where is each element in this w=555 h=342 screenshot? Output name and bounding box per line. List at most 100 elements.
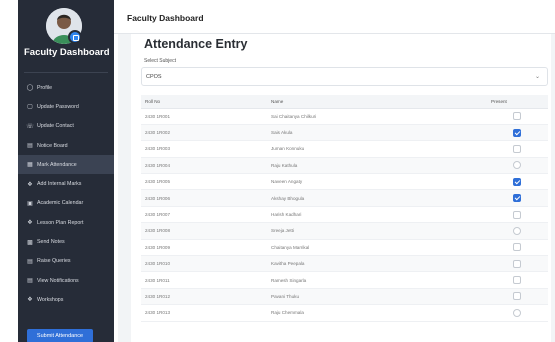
sidebar-item-academic-calendar[interactable]: ▣ Academic Calendar — [18, 194, 114, 213]
present-cell — [491, 255, 548, 273]
present-checkbox[interactable] — [512, 128, 521, 137]
sidebar-item-label: Academic Calendar — [37, 200, 84, 207]
roll-no-cell: 2430 1R007 — [141, 206, 271, 224]
present-cell — [491, 206, 548, 224]
sidebar-item-label: Notice Board — [37, 142, 68, 149]
sidebar-item-label: Lesson Plan Report — [37, 219, 84, 226]
attendance-card: Attendance Entry Select Subject CPOS ⌄ R… — [131, 34, 551, 342]
sidebar-item-lesson-plan-report[interactable]: ❖ Lesson Plan Report — [18, 213, 114, 232]
sidebar-item-notice-board[interactable]: ▤ Notice Board — [18, 136, 114, 155]
present-cell — [491, 222, 548, 240]
student-name-cell: Harish Kadhari — [271, 206, 491, 224]
student-name-cell: Sai Chaitanya Chilkuri — [271, 108, 491, 125]
student-name-cell: Pavani Thuku — [271, 288, 491, 306]
sidebar-title: Faculty Dashboard — [24, 47, 110, 58]
present-checkbox[interactable] — [512, 161, 521, 170]
present-checkbox[interactable] — [512, 144, 521, 153]
chevron-down-icon: ⌄ — [534, 74, 540, 80]
camera-icon[interactable] — [68, 30, 82, 44]
sidebar-item-label: Update Password — [37, 103, 79, 110]
present-checkbox[interactable] — [512, 292, 521, 301]
sidebar-item-add-internal-marks[interactable]: ❖ Add Internal Marks — [18, 174, 114, 193]
sidebar-item-label: Workshops — [37, 296, 64, 303]
subject-select[interactable]: CPOS ⌄ — [141, 67, 548, 86]
sidebar-item-raise-queries[interactable]: ▤ Raise Queries — [18, 252, 114, 271]
sidebar-item-label: Update Contact — [37, 123, 74, 130]
user-circle-icon: ◯ — [26, 85, 34, 92]
roll-no-cell: 2430 1R005 — [141, 173, 271, 191]
student-name-cell: Naveen Angaty — [271, 173, 491, 191]
table-row: 2430 1R006 Akshay Bhogula — [141, 189, 548, 207]
student-name-cell: Kavitha Peepala — [271, 255, 491, 273]
present-checkbox[interactable] — [512, 276, 521, 285]
table-row: 2430 1R005 Naveen Angaty — [141, 173, 548, 191]
clipboard-icon: ▤ — [27, 143, 33, 150]
present-checkbox[interactable] — [512, 194, 521, 203]
sidebar-item-update-password[interactable]: ▢ Update Password — [18, 97, 114, 116]
present-cell — [491, 173, 548, 191]
app-title: Faculty Dashboard — [127, 13, 204, 23]
table-row: 2430 1R011 Ramesh Singarla — [141, 271, 548, 289]
table-row: 2430 1R002 Sais Akula — [141, 124, 548, 142]
present-checkbox[interactable] — [512, 112, 521, 121]
calendar-icon: ▣ — [27, 200, 33, 207]
present-checkbox[interactable] — [512, 308, 521, 317]
submit-attendance-button[interactable]: Submit Attendance — [27, 329, 93, 342]
present-checkbox[interactable] — [512, 243, 521, 252]
column-header-name: Name — [271, 95, 491, 109]
select-subject-label: Select Subject — [144, 58, 176, 64]
lock-icon: ▢ — [27, 104, 33, 111]
roll-no-cell: 2430 1R003 — [141, 140, 271, 158]
sidebar-menu: ◯ Profile ▢ Update Password ☏ Update Con… — [18, 78, 114, 310]
student-name-cell: Akshay Bhogula — [271, 189, 491, 207]
checklist-icon: ▦ — [27, 162, 33, 169]
table-row: 2430 1R007 Harish Kadhari — [141, 206, 548, 224]
present-checkbox[interactable] — [512, 210, 521, 219]
sidebar-item-update-contact[interactable]: ☏ Update Contact — [18, 117, 114, 136]
present-checkbox[interactable] — [512, 177, 521, 186]
student-name-cell: Raju Chemmala — [271, 304, 491, 322]
present-cell — [491, 304, 548, 322]
sidebar-item-profile[interactable]: ◯ Profile — [18, 78, 114, 97]
edit-icon: ❖ — [27, 181, 33, 188]
present-cell — [491, 189, 548, 207]
sidebar-item-view-notifications[interactable]: ▤ View Notifications — [18, 271, 114, 290]
roll-no-cell: 2430 1R002 — [141, 124, 271, 142]
roll-no-cell: 2430 1R011 — [141, 271, 271, 289]
student-name-cell: Sais Akula — [271, 124, 491, 142]
sidebar: Faculty Dashboard ◯ Profile ▢ Update Pas… — [18, 0, 114, 342]
report-icon: ❖ — [27, 220, 33, 227]
roll-no-cell: 2430 1R006 — [141, 189, 271, 207]
sidebar-item-send-notes[interactable]: ▩ Send Notes — [18, 232, 114, 251]
sidebar-item-label: Profile — [37, 84, 53, 91]
roll-no-cell: 2430 1R001 — [141, 108, 271, 125]
main-content: Attendance Entry Select Subject CPOS ⌄ R… — [118, 34, 555, 342]
table-row: 2430 1R008 Sreeja Jetti — [141, 222, 548, 240]
present-checkbox[interactable] — [512, 226, 521, 235]
sidebar-item-label: Send Notes — [37, 239, 65, 246]
table-row: 2430 1R004 Raju Kathula — [141, 157, 548, 175]
table-row: 2430 1R012 Pavani Thuku — [141, 288, 548, 306]
roll-no-cell: 2430 1R009 — [141, 239, 271, 257]
sidebar-item-label: Add Internal Marks — [37, 181, 82, 188]
notes-icon: ▩ — [27, 239, 33, 246]
present-cell — [491, 140, 548, 158]
roll-no-cell: 2430 1R013 — [141, 304, 271, 322]
bell-icon: ▤ — [27, 278, 33, 285]
student-name-cell: Ramesh Singarla — [271, 271, 491, 289]
sidebar-divider — [24, 72, 108, 73]
sidebar-item-workshops[interactable]: ❖ Workshops — [18, 290, 114, 309]
student-name-cell: Juman Konnuku — [271, 140, 491, 158]
subject-select-value: CPOS — [146, 74, 162, 80]
present-checkbox[interactable] — [512, 259, 521, 268]
workshop-icon: ❖ — [27, 297, 33, 304]
top-bar: Faculty Dashboard — [114, 0, 555, 34]
sidebar-item-mark-attendance[interactable]: ▦ Mark Attendance — [18, 155, 114, 175]
roll-no-cell: 2430 1R008 — [141, 222, 271, 240]
column-header-roll-no: Roll No — [141, 95, 271, 109]
sidebar-item-label: View Notifications — [37, 277, 79, 284]
present-cell — [491, 108, 548, 125]
table-header-row: Roll No Name Present — [141, 95, 548, 109]
page-title: Attendance Entry — [144, 37, 248, 51]
table-row: 2430 1R003 Juman Konnuku — [141, 140, 548, 158]
